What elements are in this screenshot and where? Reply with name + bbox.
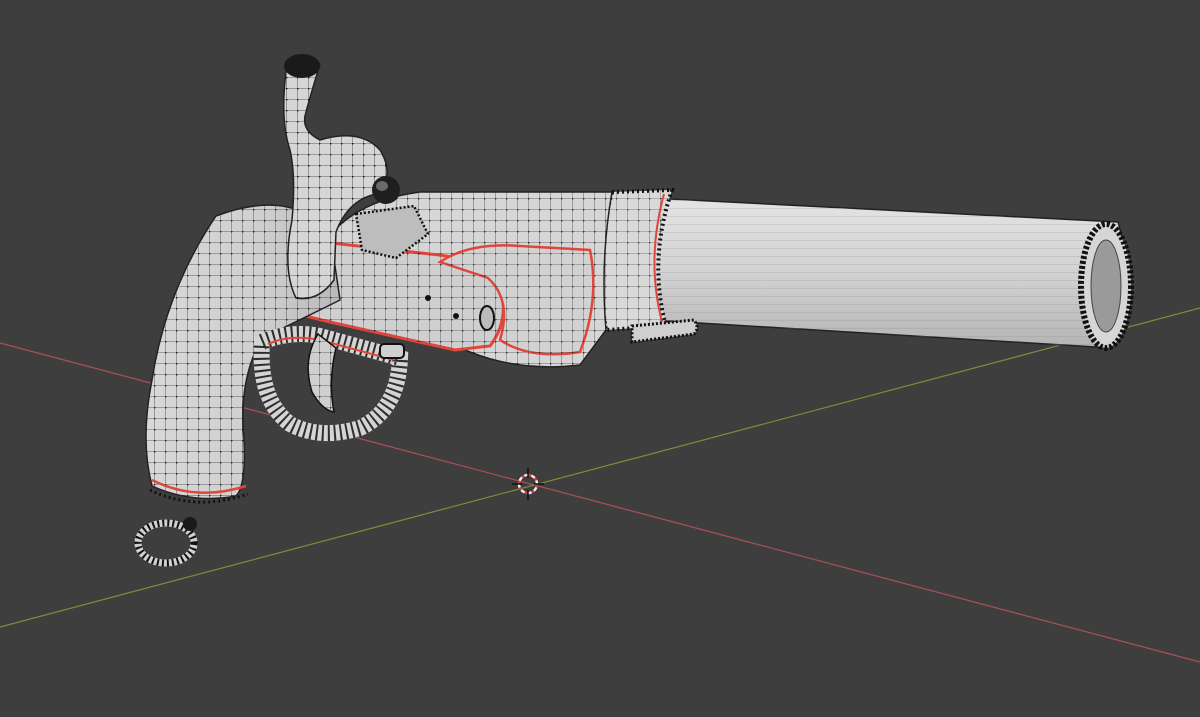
lanyard-ring[interactable]	[134, 517, 198, 567]
viewport-scene[interactable]	[0, 0, 1200, 717]
pistol-mesh[interactable]	[134, 54, 1134, 567]
3d-viewport[interactable]	[0, 0, 1200, 717]
hammer-spur[interactable]	[284, 54, 320, 78]
trigger-pin[interactable]	[379, 343, 405, 359]
trigger[interactable]	[307, 332, 337, 413]
hammer-screw[interactable]	[372, 176, 400, 204]
side-screw[interactable]	[479, 305, 495, 331]
barrel[interactable]	[649, 197, 1134, 351]
3d-cursor-icon[interactable]	[512, 468, 544, 500]
